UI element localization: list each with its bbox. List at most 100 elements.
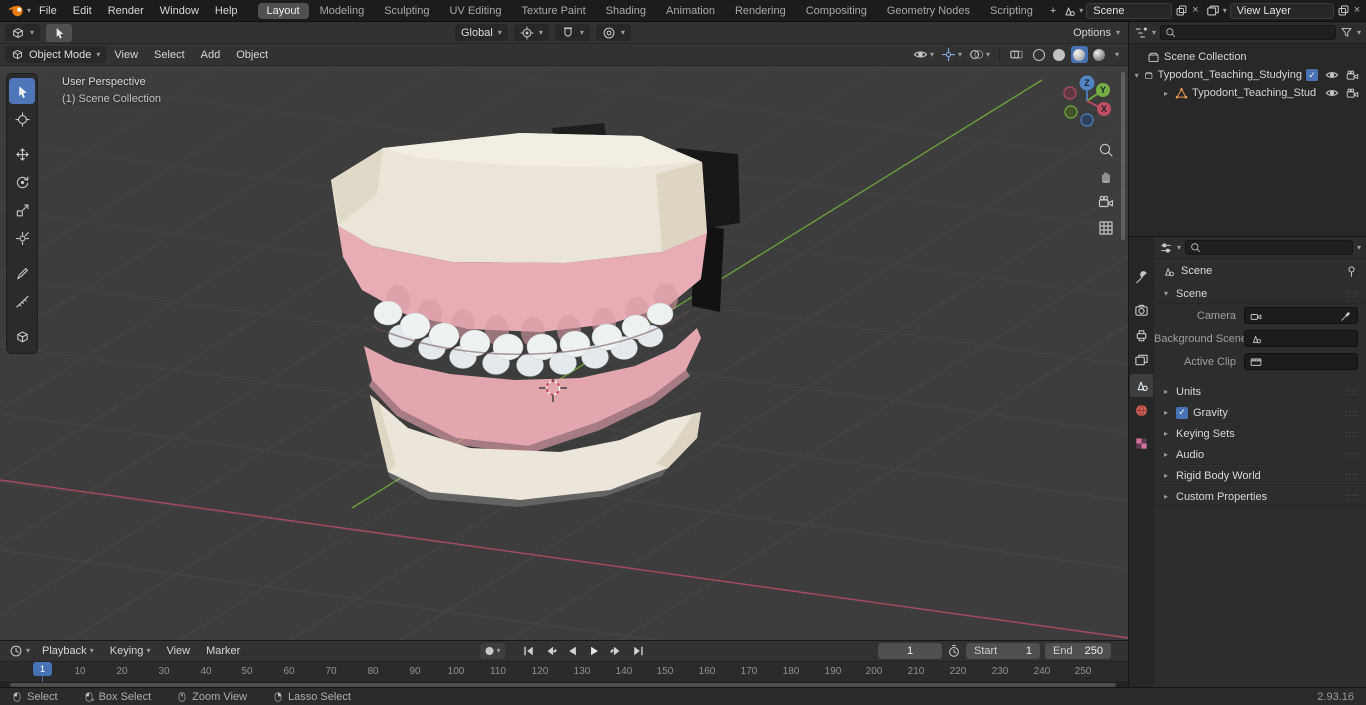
object-visibility-dropdown[interactable]: ▾ bbox=[913, 47, 934, 62]
tab-output[interactable] bbox=[1130, 324, 1153, 347]
overlays-dropdown[interactable]: ▾ bbox=[969, 47, 990, 62]
add-cube-tool[interactable] bbox=[9, 323, 35, 349]
properties-editor-button[interactable] bbox=[1159, 241, 1173, 255]
unlink-scene-button[interactable]: × bbox=[1191, 5, 1199, 16]
outliner-search-input[interactable] bbox=[1160, 25, 1336, 40]
add-workspace-button[interactable]: + bbox=[1044, 3, 1062, 19]
section-gravity[interactable]: ▸ ✓ Gravity:::: bbox=[1154, 402, 1366, 423]
preview-range-toggle[interactable] bbox=[947, 644, 961, 658]
play-reverse-button[interactable] bbox=[563, 643, 582, 660]
drag-handle-icon[interactable]: :::: bbox=[1345, 492, 1359, 502]
rotate-tool[interactable] bbox=[9, 169, 35, 195]
workspace-tab-animation[interactable]: Animation bbox=[657, 3, 724, 19]
workspace-tab-geometry-nodes[interactable]: Geometry Nodes bbox=[878, 3, 979, 19]
workspace-tab-compositing[interactable]: Compositing bbox=[797, 3, 876, 19]
menu-edit[interactable]: Edit bbox=[65, 0, 100, 21]
next-keyframe-button[interactable] bbox=[607, 643, 626, 660]
move-tool[interactable] bbox=[9, 141, 35, 167]
new-view-layer-button[interactable] bbox=[1337, 4, 1350, 17]
current-frame-field[interactable]: 1 bbox=[878, 643, 942, 659]
editor-type-button[interactable]: ▾ bbox=[5, 24, 41, 41]
chevron-icon[interactable]: ▾ bbox=[1357, 28, 1361, 37]
menu-file[interactable]: File bbox=[31, 0, 65, 21]
xray-toggle[interactable] bbox=[1009, 47, 1024, 62]
menu-playback[interactable]: Playback ▾ bbox=[34, 641, 102, 662]
outliner-row-object[interactable]: ▸ Typodont_Teaching_Stud bbox=[1129, 84, 1366, 102]
menu-view[interactable]: View bbox=[106, 44, 146, 65]
active-tool-button[interactable] bbox=[46, 23, 73, 42]
disable-render-toggle[interactable] bbox=[1346, 87, 1359, 100]
section-keying-sets[interactable]: ▸ Keying Sets:::: bbox=[1154, 423, 1366, 444]
pivot-point-dropdown[interactable]: ▾ bbox=[513, 24, 549, 41]
auto-keying-toggle[interactable]: ▾ bbox=[480, 643, 506, 659]
axis-neg-x-ball[interactable] bbox=[1063, 86, 1077, 100]
prev-keyframe-button[interactable] bbox=[541, 643, 560, 660]
section-units[interactable]: ▸ Units:::: bbox=[1154, 381, 1366, 402]
new-scene-button[interactable] bbox=[1175, 4, 1188, 17]
section-custom-properties[interactable]: ▸ Custom Properties:::: bbox=[1154, 486, 1366, 507]
workspace-tab-layout[interactable]: Layout bbox=[257, 2, 309, 19]
workspace-tab-scripting[interactable]: Scripting bbox=[981, 3, 1042, 19]
viewport-scrollbar[interactable] bbox=[1121, 72, 1125, 240]
shading-dropdown[interactable]: ▾ bbox=[1115, 50, 1119, 59]
shading-rendered-button[interactable] bbox=[1091, 46, 1108, 63]
menu-object[interactable]: Object bbox=[228, 44, 276, 65]
scene-name-field[interactable]: Scene bbox=[1086, 2, 1173, 19]
tab-render[interactable] bbox=[1130, 299, 1153, 322]
navigation-gizmo[interactable]: Z Y X bbox=[1058, 72, 1116, 130]
drag-handle-icon[interactable]: :::: bbox=[1345, 289, 1359, 299]
tab-scene[interactable] bbox=[1130, 374, 1153, 397]
chevron-icon[interactable]: ▾ bbox=[1177, 243, 1181, 252]
drag-handle-icon[interactable]: :::: bbox=[1345, 408, 1359, 418]
snapping-dropdown[interactable]: ▾ bbox=[554, 24, 590, 41]
background-scene-field[interactable] bbox=[1244, 330, 1358, 347]
axis-neg-z-ball[interactable] bbox=[1080, 113, 1094, 127]
menu-view-timeline[interactable]: View bbox=[158, 641, 198, 662]
transform-tool[interactable] bbox=[9, 225, 35, 251]
measure-tool[interactable] bbox=[9, 288, 35, 314]
outliner-editor-button[interactable] bbox=[1134, 26, 1148, 40]
chevron-icon[interactable]: ▾ bbox=[1357, 243, 1361, 252]
annotate-tool[interactable] bbox=[9, 260, 35, 286]
properties-search-input[interactable] bbox=[1185, 240, 1353, 255]
workspace-tab-modeling[interactable]: Modeling bbox=[311, 3, 374, 19]
section-scene[interactable]: ▾ Scene :::: bbox=[1154, 283, 1366, 304]
pin-button[interactable] bbox=[1345, 265, 1358, 278]
menu-render[interactable]: Render bbox=[100, 0, 152, 21]
playhead[interactable]: 1 bbox=[33, 662, 52, 676]
disable-render-toggle[interactable] bbox=[1346, 69, 1359, 82]
start-frame-field[interactable]: Start 1 bbox=[966, 643, 1040, 659]
scale-tool[interactable] bbox=[9, 197, 35, 223]
end-frame-field[interactable]: End 250 bbox=[1045, 643, 1111, 659]
typodont-model[interactable] bbox=[331, 123, 740, 507]
workspace-tab-uv-editing[interactable]: UV Editing bbox=[440, 3, 510, 19]
mode-dropdown[interactable]: Object Mode ▾ bbox=[5, 46, 107, 63]
pan-view-button[interactable] bbox=[1098, 168, 1114, 184]
shading-material-button[interactable] bbox=[1070, 46, 1088, 63]
outliner-filter-button[interactable] bbox=[1340, 26, 1353, 39]
section-rigid-body-world[interactable]: ▸ Rigid Body World:::: bbox=[1154, 465, 1366, 486]
proportional-editing-dropdown[interactable]: ▾ bbox=[595, 24, 631, 41]
tab-tool[interactable] bbox=[1130, 266, 1153, 289]
workspace-tab-texture-paint[interactable]: Texture Paint bbox=[512, 3, 594, 19]
scene-icon[interactable] bbox=[1062, 4, 1076, 18]
outliner-row-scene-collection[interactable]: Scene Collection bbox=[1129, 48, 1366, 66]
collection-checkbox[interactable]: ✓ bbox=[1306, 69, 1318, 81]
select-box-tool[interactable] bbox=[9, 78, 35, 104]
camera-field[interactable] bbox=[1244, 307, 1358, 324]
tab-view-layer[interactable] bbox=[1130, 349, 1153, 372]
viewport-canvas[interactable]: User Perspective (1) Scene Collection Z … bbox=[0, 66, 1128, 640]
timeline-editor-button[interactable]: ▾ bbox=[5, 644, 34, 658]
menu-keying[interactable]: Keying ▾ bbox=[102, 641, 159, 662]
drag-handle-icon[interactable]: :::: bbox=[1345, 471, 1359, 481]
menu-marker[interactable]: Marker bbox=[198, 641, 248, 662]
menu-window[interactable]: Window bbox=[152, 0, 207, 21]
view-layer-name-field[interactable]: View Layer bbox=[1229, 2, 1334, 19]
expand-toggle-icon[interactable]: ▾ bbox=[1133, 71, 1140, 80]
transform-orientation-dropdown[interactable]: Global ▾ bbox=[455, 24, 508, 41]
axis-neg-y-ball[interactable] bbox=[1064, 105, 1078, 119]
shading-solid-button[interactable] bbox=[1051, 46, 1068, 63]
outliner-row-collection[interactable]: ▾ Typodont_Teaching_Studying ✓ bbox=[1129, 66, 1366, 84]
toggle-ortho-button[interactable] bbox=[1098, 220, 1114, 236]
workspace-tab-shading[interactable]: Shading bbox=[597, 3, 655, 19]
